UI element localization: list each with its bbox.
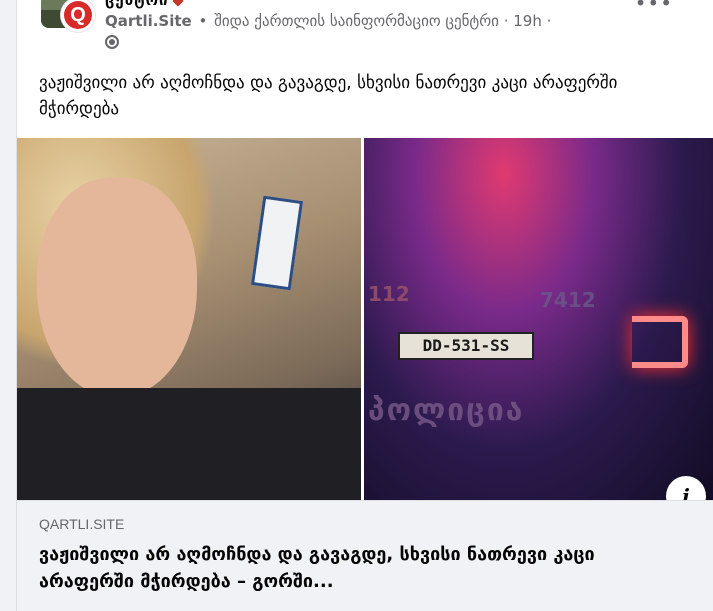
- link-domain: QARTLI.SITE: [39, 516, 125, 532]
- post-time[interactable]: 19h: [513, 12, 542, 30]
- meta-separator: •: [193, 12, 213, 30]
- page-name-link[interactable]: Qartli.Site: [105, 12, 192, 30]
- meta-separator-2: ·: [498, 12, 514, 30]
- group-name-clipped[interactable]: ცენტრი: [105, 0, 182, 9]
- taillight: [632, 316, 688, 368]
- car-number-right: 7412: [540, 288, 596, 312]
- feed-post-card: Q ცენტრი Qartli.Site • შიდა ქართლის საინ…: [16, 0, 713, 611]
- link-title[interactable]: ვაჟიშვილი არ აღმოჩნდა და გავაგდე, სხვისი…: [39, 541, 659, 595]
- post-meta-line: Qartli.Site • შიდა ქართლის საინფორმაციო …: [105, 12, 551, 30]
- license-plate: DD-531-SS: [398, 332, 534, 360]
- police-lettering: პოლიცია: [368, 393, 525, 428]
- car-number-left: 112: [368, 282, 410, 306]
- group-name-link[interactable]: შიდა ქართლის საინფორმაციო ცენტრი: [214, 12, 499, 30]
- page-avatar[interactable]: Q: [61, 0, 95, 32]
- link-preview[interactable]: QARTLI.SITE ვაჟიშვილი არ აღმოჩნდა და გავ…: [17, 500, 713, 611]
- post-header: Q ცენტრი Qartli.Site • შიდა ქართლის საინ…: [17, 0, 713, 64]
- globe-icon: [105, 35, 119, 49]
- more-horizontal-icon[interactable]: •••: [635, 0, 673, 13]
- woman-photo: [17, 138, 361, 500]
- page-logo-letter: Q: [64, 1, 92, 29]
- meta-separator-3: ·: [541, 12, 552, 30]
- police-car-photo: 112 7412 DD-531-SS პოლიცია: [364, 138, 713, 500]
- post-caption: ვაჟიშვილი არ აღმოჩნდა და გავაგდე, სხვისი…: [39, 73, 618, 119]
- post-image[interactable]: 112 7412 DD-531-SS პოლიცია i: [17, 138, 713, 500]
